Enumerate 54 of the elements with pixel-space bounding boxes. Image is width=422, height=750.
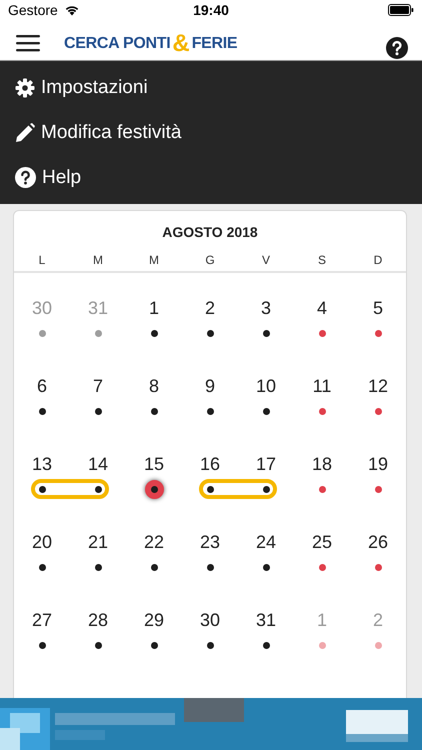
month-title: AGOSTO 2018 xyxy=(161,223,259,242)
day-number[interactable]: 21 xyxy=(88,532,108,552)
weekday-label: V xyxy=(260,253,271,267)
day-number[interactable]: 5 xyxy=(372,298,383,318)
day-number[interactable]: 30 xyxy=(200,610,220,630)
day-number[interactable]: 3 xyxy=(260,298,271,318)
day-number[interactable]: 8 xyxy=(148,376,159,396)
day-number[interactable]: 1 xyxy=(148,298,159,318)
day-number[interactable]: 2 xyxy=(204,298,215,318)
weekday-label: M xyxy=(92,253,104,267)
battery-icon xyxy=(388,4,414,16)
day-number[interactable]: 11 xyxy=(312,376,332,396)
weekday-label: D xyxy=(372,253,384,267)
day-number[interactable]: 22 xyxy=(144,532,164,552)
day-number[interactable]: 14 xyxy=(88,454,108,474)
day-number[interactable]: 10 xyxy=(256,376,276,396)
carrier-name: Gestore xyxy=(8,2,58,18)
day-number[interactable]: 24 xyxy=(256,532,276,552)
clock-time: 19:40 xyxy=(192,2,230,18)
wifi-icon xyxy=(64,4,80,16)
day-number[interactable]: 20 xyxy=(32,532,52,552)
day-number[interactable]: 6 xyxy=(36,376,47,396)
day-number[interactable]: 9 xyxy=(204,376,215,396)
logo-text: FERIE xyxy=(192,34,238,53)
day-number[interactable]: 25 xyxy=(312,532,332,552)
day-number[interactable]: 28 xyxy=(88,610,108,630)
weekday-label: S xyxy=(316,253,327,267)
day-number[interactable]: 12 xyxy=(368,376,388,396)
day-number[interactable]: 17 xyxy=(256,454,276,474)
logo-text: CERCA PONTI xyxy=(64,34,170,53)
help-icon xyxy=(15,167,36,188)
day-number[interactable]: 16 xyxy=(200,454,220,474)
day-number[interactable]: 19 xyxy=(368,454,388,474)
help-icon[interactable] xyxy=(386,36,408,59)
day-number[interactable]: 15 xyxy=(144,454,164,474)
day-number[interactable]: 7 xyxy=(92,376,103,396)
day-number[interactable]: 27 xyxy=(32,610,52,630)
menu-item[interactable]: Modifica festività xyxy=(0,110,422,155)
weekday-label: M xyxy=(148,253,160,267)
logo-ampersand: & xyxy=(172,34,190,54)
day-number[interactable]: 29 xyxy=(144,610,164,630)
pencil-icon xyxy=(15,122,35,142)
menu-item[interactable]: Impostazioni xyxy=(0,65,422,110)
day-number[interactable]: 4 xyxy=(316,298,327,318)
day-number[interactable]: 13 xyxy=(32,454,52,474)
menu-icon[interactable] xyxy=(16,35,40,52)
day-number[interactable]: 18 xyxy=(312,454,332,474)
weekday-label: G xyxy=(204,253,216,267)
day-number[interactable]: 23 xyxy=(200,532,220,552)
day-number[interactable]: 31 xyxy=(256,610,276,630)
day-number[interactable]: 26 xyxy=(368,532,388,552)
weekday-label: L xyxy=(38,253,46,267)
menu-item[interactable]: Help xyxy=(0,155,422,200)
settings-icon xyxy=(15,78,35,98)
